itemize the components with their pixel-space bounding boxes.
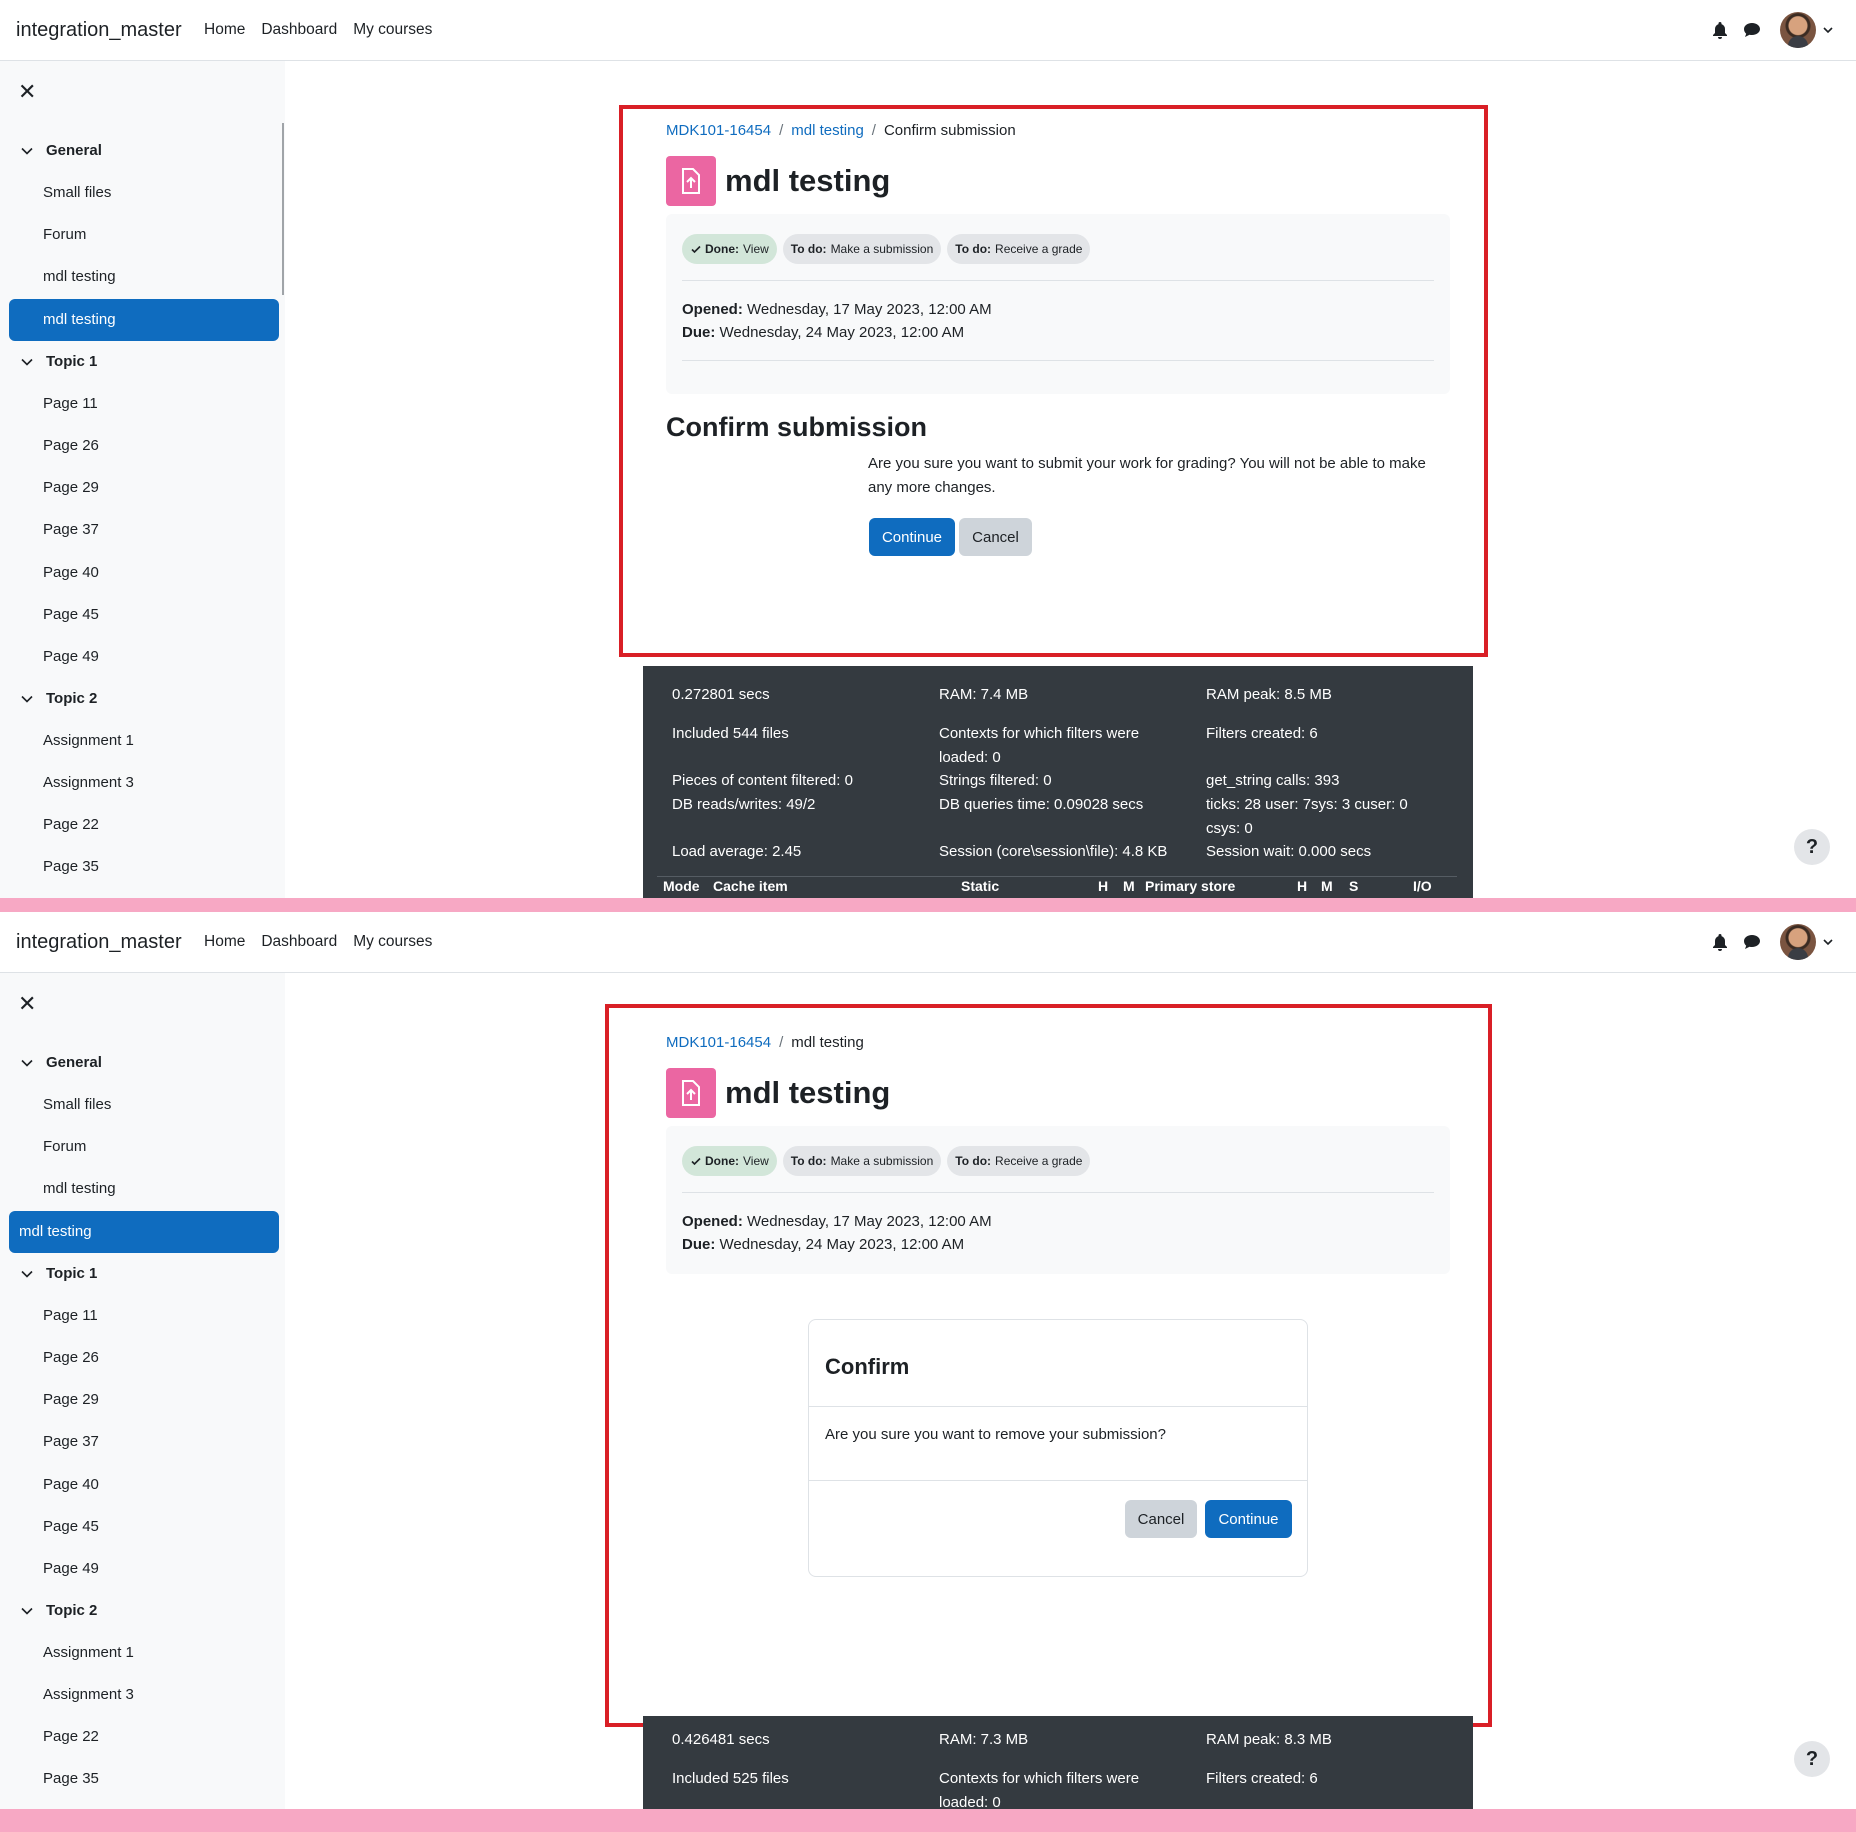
chevron-down-icon — [21, 147, 33, 155]
screenshot-divider — [0, 898, 1856, 912]
chevron-down-icon — [21, 695, 33, 703]
chat-icon[interactable] — [1742, 20, 1762, 40]
index-item-page-49[interactable]: Page 49 — [43, 1560, 99, 1577]
index-item-assignment-1[interactable]: Assignment 1 — [43, 1644, 134, 1661]
cache-table-header: Cache item — [713, 878, 788, 894]
section-general[interactable]: General — [20, 1054, 102, 1071]
index-item-page-45[interactable]: Page 45 — [43, 606, 99, 623]
index-item-mdl-testing[interactable]: mdl testing — [43, 1180, 116, 1197]
top-navbar: integration_master Home Dashboard My cou… — [0, 0, 1856, 61]
cache-table-header: M — [1321, 878, 1333, 894]
course-index-drawer: ✕ General Small files Forum mdl testing … — [0, 61, 285, 898]
index-item-page-26[interactable]: Page 26 — [43, 1349, 99, 1366]
index-item-page-26[interactable]: Page 26 — [43, 437, 99, 454]
chevron-down-icon — [21, 1270, 33, 1278]
index-item-forum[interactable]: Forum — [43, 1138, 86, 1155]
chevron-down-icon[interactable] — [1822, 936, 1834, 948]
index-item-page-11[interactable]: Page 11 — [43, 1307, 98, 1324]
cache-table-header: Primary store — [1145, 878, 1236, 894]
cache-table-header: I/O — [1413, 878, 1432, 894]
section-topic-1[interactable]: Topic 1 — [20, 1265, 97, 1282]
nav-home[interactable]: Home — [204, 933, 245, 951]
chevron-down-icon — [21, 1059, 33, 1067]
index-item-page-22[interactable]: Page 22 — [43, 1728, 99, 1745]
index-item-assignment-3[interactable]: Assignment 3 — [43, 774, 134, 791]
performance-footer: 0.272801 secs RAM: 7.4 MB RAM peak: 8.5 … — [643, 666, 1473, 898]
nav-my-courses[interactable]: My courses — [353, 21, 432, 39]
cache-table-header: S — [1349, 878, 1359, 894]
highlight-box — [605, 1004, 1492, 1727]
index-item-page-40[interactable]: Page 40 — [43, 564, 99, 581]
cache-table-header: Mode — [663, 878, 700, 894]
cache-table-header: Static — [961, 878, 1000, 894]
nav-home[interactable]: Home — [204, 21, 245, 39]
index-item-assignment-1[interactable]: Assignment 1 — [43, 732, 134, 749]
index-item-page-11[interactable]: Page 11 — [43, 395, 98, 412]
course-index-drawer: ✕ General Small files Forum mdl testing … — [0, 973, 285, 1809]
index-item-page-35[interactable]: Page 35 — [43, 1770, 99, 1787]
primary-navigation: Home Dashboard My courses — [204, 21, 432, 39]
drawer-scrollbar[interactable] — [282, 123, 284, 295]
index-item-page-22[interactable]: Page 22 — [43, 816, 99, 833]
index-item-page-45[interactable]: Page 45 — [43, 1518, 99, 1535]
cache-table-header: M — [1123, 878, 1135, 894]
nav-my-courses[interactable]: My courses — [353, 933, 432, 951]
site-name[interactable]: integration_master — [16, 931, 182, 954]
chevron-down-icon[interactable] — [1822, 24, 1834, 36]
section-topic-1[interactable]: Topic 1 — [20, 353, 97, 370]
section-topic-2[interactable]: Topic 2 — [20, 1602, 97, 1619]
chevron-down-icon — [21, 358, 33, 366]
section-general[interactable]: General — [20, 142, 102, 159]
cache-table-header: H — [1297, 878, 1308, 894]
index-item-mdl-testing-active[interactable]: mdl testing — [9, 1211, 279, 1253]
bell-icon[interactable] — [1710, 20, 1730, 40]
section-topic-2[interactable]: Topic 2 — [20, 690, 97, 707]
index-item-small-files[interactable]: Small files — [43, 184, 111, 201]
index-item-forum[interactable]: Forum — [43, 226, 86, 243]
screenshot-divider — [0, 1809, 1856, 1832]
index-item-page-49[interactable]: Page 49 — [43, 648, 99, 665]
screenshot-panel-1: integration_master Home Dashboard My cou… — [0, 0, 1856, 898]
nav-dashboard[interactable]: Dashboard — [261, 933, 337, 951]
index-item-mdl-testing[interactable]: mdl testing — [43, 268, 116, 285]
help-icon[interactable]: ? — [1794, 829, 1830, 865]
performance-footer: 0.426481 secs RAM: 7.3 MB RAM peak: 8.3 … — [643, 1716, 1473, 1809]
chat-icon[interactable] — [1742, 932, 1762, 952]
avatar[interactable] — [1780, 924, 1816, 960]
screenshot-panel-2: integration_master Home Dashboard My cou… — [0, 912, 1856, 1809]
index-item-page-29[interactable]: Page 29 — [43, 479, 99, 496]
close-icon[interactable]: ✕ — [18, 993, 36, 1015]
index-item-assignment-3[interactable]: Assignment 3 — [43, 1686, 134, 1703]
index-item-page-29[interactable]: Page 29 — [43, 1391, 99, 1408]
help-icon[interactable]: ? — [1794, 1741, 1830, 1777]
top-navbar: integration_master Home Dashboard My cou… — [0, 912, 1856, 973]
index-item-page-37[interactable]: Page 37 — [43, 1433, 99, 1450]
index-item-page-35[interactable]: Page 35 — [43, 858, 99, 875]
index-item-mdl-testing-active[interactable]: mdl testing — [9, 299, 279, 341]
highlight-box — [619, 105, 1488, 657]
site-name[interactable]: integration_master — [16, 19, 182, 42]
bell-icon[interactable] — [1710, 932, 1730, 952]
index-item-page-37[interactable]: Page 37 — [43, 521, 99, 538]
primary-navigation: Home Dashboard My courses — [204, 933, 432, 951]
chevron-down-icon — [21, 1607, 33, 1615]
close-icon[interactable]: ✕ — [18, 81, 36, 103]
avatar[interactable] — [1780, 12, 1816, 48]
cache-table-header: H — [1098, 878, 1109, 894]
index-item-page-40[interactable]: Page 40 — [43, 1476, 99, 1493]
nav-dashboard[interactable]: Dashboard — [261, 21, 337, 39]
index-item-small-files[interactable]: Small files — [43, 1096, 111, 1113]
